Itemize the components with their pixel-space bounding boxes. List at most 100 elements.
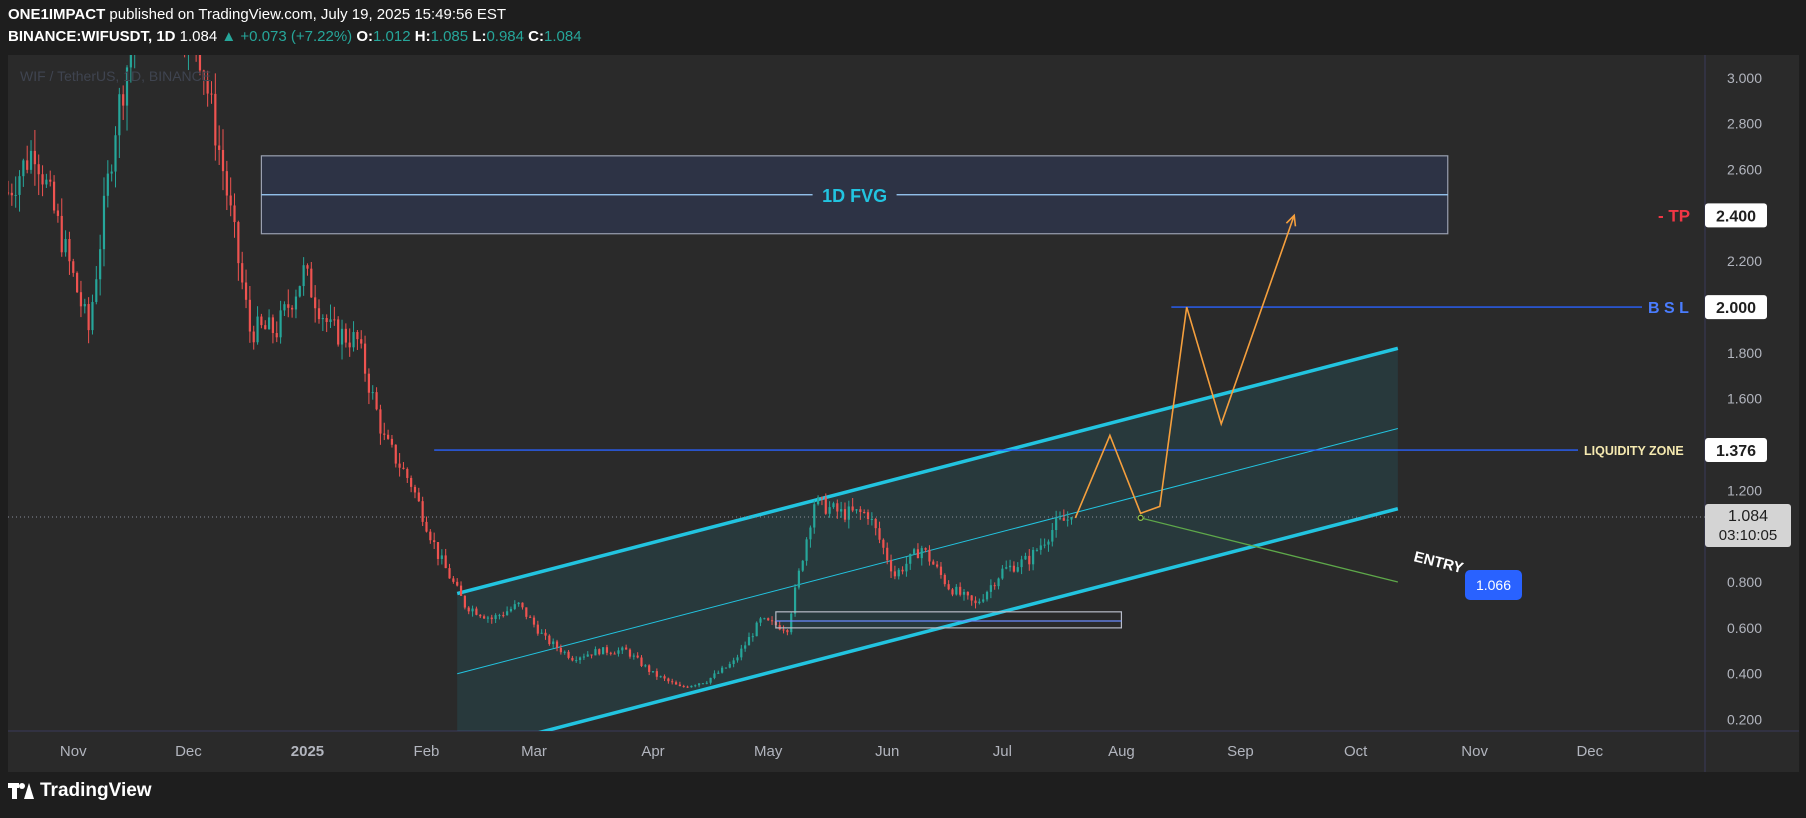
candle-body (582, 656, 586, 658)
candle-body (49, 179, 52, 182)
candle-body (840, 509, 843, 512)
candle-body (137, 0, 139, 27)
candle-body (617, 650, 620, 654)
candle-body (594, 649, 597, 656)
candle-body (506, 611, 509, 616)
candle (137, 0, 139, 28)
tradingview-logo[interactable]: TradingView (8, 780, 152, 802)
candle-body (157, 0, 159, 16)
candle-body (1051, 530, 1054, 542)
fvg-label: 1D FVG (822, 186, 887, 206)
candle-body (433, 540, 436, 543)
candle-body (10, 192, 13, 196)
candle-body (809, 527, 812, 540)
candle (602, 647, 605, 655)
candle-body (1012, 565, 1016, 572)
candle (191, 0, 193, 26)
candle-body (555, 641, 559, 648)
candle-body (102, 195, 106, 250)
candle-body (383, 433, 386, 435)
candle-body (674, 682, 678, 685)
price-tick-label: 0.800 (1727, 574, 1762, 590)
candle-body (966, 591, 969, 596)
candle (172, 18, 174, 30)
candle-body (91, 301, 94, 331)
candle-body (790, 613, 793, 633)
candle-body (655, 671, 658, 677)
candle (164, 1, 166, 16)
candle-body (110, 171, 113, 174)
candle-body (897, 569, 900, 577)
candle-body (770, 620, 774, 622)
candle-body (805, 539, 808, 561)
candle-body (705, 682, 708, 684)
time-tick-label: Sep (1227, 743, 1254, 760)
candle-body (1032, 549, 1035, 565)
candle-body (398, 463, 401, 468)
price-tick-label: 2.800 (1727, 116, 1762, 132)
candle-body (920, 548, 923, 559)
candle-body (832, 503, 835, 508)
candle-body (667, 678, 670, 682)
candle-body (1035, 549, 1039, 551)
candle-body (494, 615, 497, 620)
time-tick-label: Mar (521, 743, 547, 760)
last-price-badge-text: 1.084 (1728, 508, 1768, 525)
price-tick-label: 0.600 (1727, 620, 1762, 636)
candle (180, 0, 182, 49)
candle-body (747, 637, 751, 646)
candle-body (482, 616, 486, 619)
price-tick-label: 0.200 (1727, 712, 1762, 728)
candle-body (1058, 518, 1062, 520)
candle-body (79, 292, 83, 307)
candle (298, 285, 301, 298)
candle-body (456, 581, 459, 586)
candle-body (951, 589, 954, 595)
candle-body (379, 409, 382, 434)
candle-body (153, 0, 155, 16)
candle-body (267, 317, 271, 330)
candle-body (578, 657, 582, 661)
entry-price-text: 1.066 (1476, 577, 1511, 593)
candle-body (532, 617, 536, 625)
candle-body (444, 555, 447, 569)
fvg-zone[interactable]: 1D FVG (260, 155, 1449, 235)
candle-body (145, 0, 147, 3)
candle (157, 0, 159, 20)
time-tick-label: May (754, 743, 783, 760)
candle-body (932, 561, 935, 565)
candle-body (191, 14, 193, 18)
price-chart[interactable]: 1D FVG - TPB S LLIQUIDITY ZONE ENTRY1.06… (0, 0, 1806, 818)
candle-body (866, 512, 870, 520)
candle-body (172, 22, 174, 30)
candle-body (559, 647, 562, 653)
candle-body (475, 608, 478, 615)
candle-body (114, 135, 117, 172)
candle-body (344, 328, 347, 343)
candle-body (8, 192, 10, 194)
candle-body (1066, 519, 1069, 521)
candle-body (694, 685, 697, 687)
candle-body (744, 645, 747, 649)
candle-body (605, 647, 609, 653)
candle-body (60, 215, 63, 253)
candle-body (291, 307, 294, 310)
candle (184, 55, 186, 58)
candle-body (855, 509, 858, 511)
candle-body (406, 468, 409, 478)
candle (76, 271, 79, 293)
time-tick-label: Jul (993, 743, 1012, 760)
candle-body (294, 296, 298, 310)
candle-body (118, 94, 121, 136)
price-tick-label: 2.200 (1727, 253, 1762, 269)
candle-body (571, 657, 574, 661)
candle-body (141, 0, 143, 3)
candle (160, 0, 162, 11)
candle-body (1039, 545, 1042, 550)
candle-body (843, 509, 847, 520)
candle (463, 595, 466, 610)
candle-body (463, 595, 466, 608)
candle-body (22, 160, 25, 177)
bar-countdown-text: 03:10:05 (1719, 527, 1777, 544)
candle-body (563, 651, 566, 653)
